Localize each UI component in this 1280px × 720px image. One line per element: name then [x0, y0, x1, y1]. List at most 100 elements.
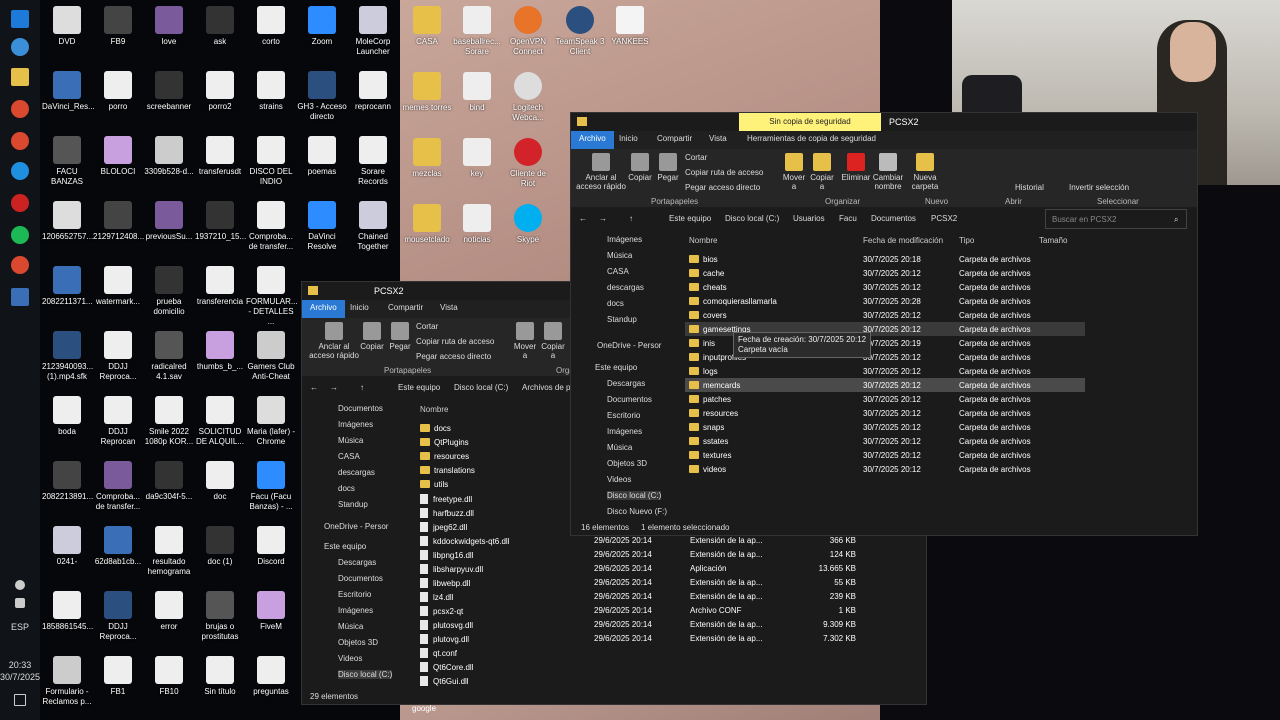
tab-archivo[interactable]: Archivo — [302, 300, 345, 318]
desktop-icon[interactable]: DDJJ Reprocan — [93, 396, 143, 447]
tab-compartir[interactable]: Compartir — [649, 131, 700, 149]
desktop-icon[interactable]: mousetclado — [402, 204, 452, 245]
breadcrumb-disco-local[interactable]: Disco local (C:) — [454, 383, 508, 392]
desktop-icon[interactable]: Sorare Records — [348, 136, 398, 187]
copy-button[interactable]: Copiar — [358, 322, 386, 351]
nav-item[interactable]: Imágenes — [607, 235, 642, 244]
desktop-icon[interactable]: noticias — [452, 204, 502, 245]
rename-button[interactable]: Cambiar nombre — [871, 153, 905, 191]
desktop-icon[interactable]: watermark... — [93, 266, 143, 307]
nav-item[interactable]: Standup — [338, 500, 368, 509]
edge-icon[interactable] — [11, 162, 29, 180]
column-header-nombre[interactable]: Nombre — [420, 405, 448, 414]
table-row[interactable]: patches 30/7/2025 20:12 Carpeta de archivo… — [685, 392, 1085, 406]
file-explorer-icon[interactable] — [11, 68, 29, 86]
desktop-icon[interactable]: GH3 - Acceso directo — [297, 71, 347, 122]
table-row[interactable]: libsharpyuv.dll 29/6/2025 20:14 Aplicación… — [416, 561, 916, 575]
chrome-icon-3[interactable] — [11, 256, 29, 274]
desktop-icon[interactable]: transferencia — [195, 266, 245, 307]
tab-archivo[interactable]: Archivo — [571, 131, 614, 149]
paste-button[interactable]: Pegar — [655, 153, 681, 182]
tab-vista[interactable]: Vista — [432, 300, 466, 318]
desktop-icon[interactable]: 1858861545... — [42, 591, 93, 632]
desktop-icon[interactable]: BLOLOCI — [93, 136, 143, 177]
desktop-icon[interactable]: DaVinci_Res... — [42, 71, 95, 112]
desktop-icon[interactable]: 2082211371... — [42, 266, 93, 307]
app-icon-red[interactable] — [11, 194, 29, 212]
desktop-icon[interactable]: Cliente de Riot — [503, 138, 553, 189]
desktop-icon[interactable]: porro — [93, 71, 143, 112]
nav-item[interactable]: OneDrive - Persor — [324, 522, 388, 531]
table-row[interactable]: covers 30/7/2025 20:12 Carpeta de archivos — [685, 308, 1085, 322]
desktop-icon[interactable]: bind — [452, 72, 502, 113]
nav-item[interactable]: Disco local (C:) — [607, 491, 662, 500]
nav-item[interactable]: Objetos 3D — [607, 459, 647, 468]
paste-shortcut-button[interactable]: Pegar acceso directo — [685, 183, 760, 192]
table-row[interactable]: plutosvg.dll 29/6/2025 20:14 Extensión de … — [416, 617, 916, 631]
desktop-icon[interactable]: FB10 — [144, 656, 194, 697]
desktop-icon[interactable]: Zoom — [297, 6, 347, 47]
copy-path-button[interactable]: Copiar ruta de acceso — [685, 168, 763, 177]
nav-item[interactable]: Objetos 3D — [338, 638, 378, 647]
desktop-icon[interactable]: preguntas — [246, 656, 296, 697]
desktop-icon[interactable]: Smile 2022 1080p KOR... — [144, 396, 194, 447]
desktop-icon[interactable]: Formulario - Reclamos p... — [42, 656, 92, 707]
desktop-icon[interactable]: Sin título — [195, 656, 245, 697]
column-header-tipo[interactable]: Tipo — [959, 236, 974, 245]
copy-path-button[interactable]: Copiar ruta de acceso — [416, 337, 494, 346]
address-bar[interactable]: ← → ↑ Este equipo Disco local (C:) Archi… — [302, 378, 572, 398]
clock-date[interactable]: 30/7/2025 — [0, 672, 40, 683]
back-arrow-icon[interactable]: ← — [579, 214, 587, 223]
table-row[interactable]: resources 30/7/2025 20:12 Carpeta de archi… — [685, 406, 1085, 420]
google-label[interactable]: google — [412, 704, 436, 713]
table-row[interactable]: libpng16.dll 29/6/2025 20:14 Extensión de … — [416, 547, 916, 561]
desktop-icon[interactable]: brujas o prostitutas — [195, 591, 245, 642]
nav-item[interactable]: descargas — [607, 283, 644, 292]
paste-shortcut-button[interactable]: Pegar acceso directo — [416, 352, 491, 361]
copy-button[interactable]: Copiar — [627, 153, 653, 182]
desktop-icon[interactable]: Comproba... de transfer... — [93, 461, 143, 512]
table-row[interactable]: bios 30/7/2025 20:18 Carpeta de archivos — [685, 252, 1085, 266]
desktop-icon[interactable]: da9c304f-5... — [144, 461, 194, 502]
nav-item[interactable]: Escritorio — [338, 590, 371, 599]
desktop-icon[interactable]: Logitech Webca... — [503, 72, 553, 123]
delete-button[interactable]: Eliminar — [841, 153, 871, 182]
invert-selection-button[interactable]: Invertir selección — [1069, 183, 1129, 192]
desktop-icon[interactable]: 1937210_15... — [195, 201, 246, 242]
desktop-icon[interactable]: DDJJ Reproca... — [93, 331, 143, 382]
table-row[interactable]: pcsx2-qt 29/6/2025 20:14 Archivo CONF 1 KB — [416, 603, 916, 617]
forward-arrow-icon[interactable]: → — [330, 383, 338, 392]
nav-item[interactable]: descargas — [338, 468, 375, 477]
mic-icon[interactable] — [15, 580, 25, 590]
desktop-icon[interactable]: mezclas — [402, 138, 452, 179]
desktop-icon[interactable]: 2129712408... — [93, 201, 144, 242]
desktop-icon[interactable]: reprocann — [348, 71, 398, 112]
nav-item[interactable]: Descargas — [338, 558, 376, 567]
desktop-icon[interactable]: boda — [42, 396, 92, 437]
tab-herramientas-copia[interactable]: Herramientas de copia de seguridad — [739, 131, 884, 149]
desktop-icon[interactable]: FORMULAR... - DETALLES ... — [246, 266, 298, 327]
up-arrow-icon[interactable]: ↑ — [360, 383, 364, 392]
nav-item[interactable]: Música — [338, 436, 363, 445]
nav-item[interactable]: Documentos — [338, 574, 383, 583]
table-row[interactable]: logs 30/7/2025 20:12 Carpeta de archivos — [685, 364, 1085, 378]
breadcrumb-pcsx2[interactable]: PCSX2 — [931, 214, 957, 223]
desktop-icon[interactable]: ask — [195, 6, 245, 47]
tab-vista[interactable]: Vista — [701, 131, 735, 149]
desktop-icon[interactable]: Gamers Club Anti-Cheat — [246, 331, 296, 382]
desktop-icon[interactable]: key — [452, 138, 502, 179]
title-bar[interactable]: PCSX2 — [571, 113, 1197, 131]
chrome-icon[interactable] — [11, 100, 29, 118]
up-arrow-icon[interactable]: ↑ — [629, 214, 633, 223]
pin-quick-access-button[interactable]: Anclar al acceso rápido — [573, 153, 629, 191]
desktop-icon[interactable]: love — [144, 6, 194, 47]
desktop-icon[interactable]: 0241- — [42, 526, 92, 567]
breadcrumb-documentos[interactable]: Documentos — [871, 214, 916, 223]
nav-item[interactable]: Disco local (C:) — [338, 670, 393, 679]
nav-item[interactable]: Videos — [607, 475, 631, 484]
desktop-icon[interactable]: screebanner — [144, 71, 194, 112]
table-row[interactable]: memcards 30/7/2025 20:12 Carpeta de archiv… — [685, 378, 1085, 392]
volume-icon[interactable] — [15, 598, 25, 608]
copy-to-button[interactable]: Copiar a — [809, 153, 835, 191]
back-arrow-icon[interactable]: ← — [310, 383, 318, 392]
